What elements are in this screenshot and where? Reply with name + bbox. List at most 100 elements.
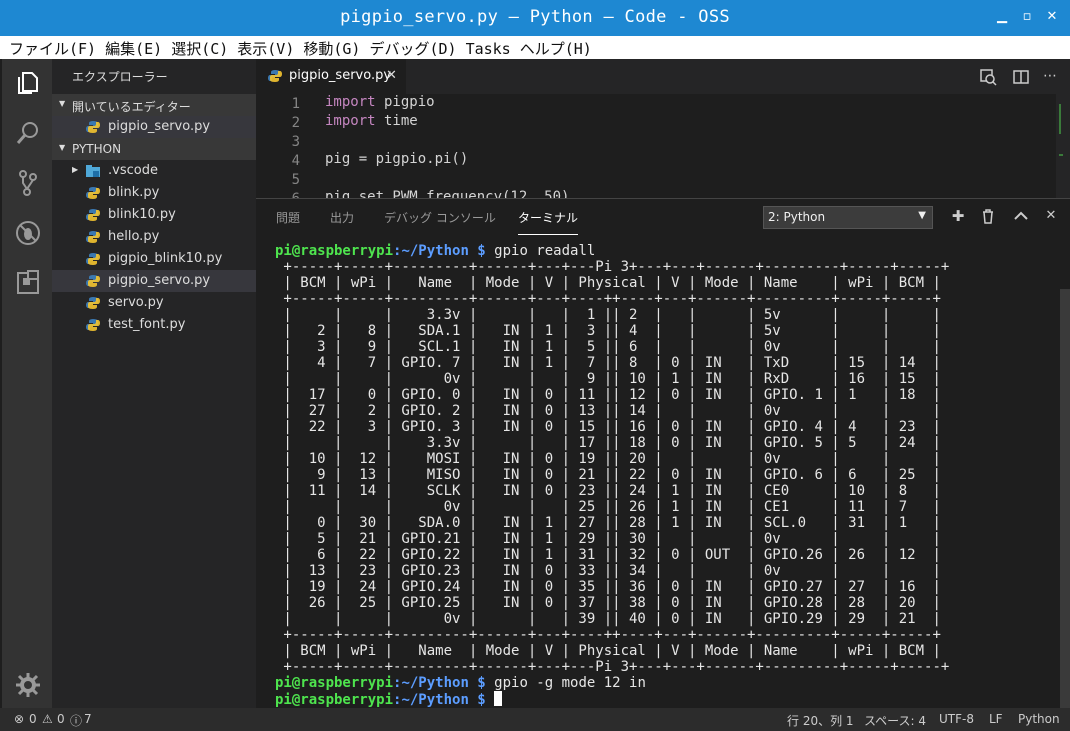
menu-tasks[interactable]: Tasks (466, 38, 511, 58)
chevron-up-icon[interactable] (1012, 207, 1030, 225)
file-item[interactable]: hello.py (52, 226, 256, 248)
window-title: pigpio_servo.py — Python — Code - OSS (340, 7, 730, 27)
folder-item-vscode[interactable]: ▶ .vscode (52, 160, 256, 182)
info-icon[interactable]: ⓘ (70, 712, 82, 729)
menu-view[interactable]: 表示(V) (237, 36, 294, 59)
python-file-icon (86, 253, 100, 265)
file-name: servo.py (108, 295, 164, 310)
code-line: import time (325, 113, 418, 129)
end-of-line[interactable]: LF (989, 712, 1003, 726)
file-item[interactable]: pigpio_blink10.py (52, 248, 256, 270)
terminal-output[interactable]: pi@raspberrypi:~/Python $ gpio readall +… (275, 243, 949, 708)
tab-pigpio-servo[interactable]: pigpio_servo.py ✕ (256, 59, 406, 94)
new-terminal-icon[interactable]: ✚ (949, 207, 967, 225)
menu-debug[interactable]: デバッグ(D) (369, 36, 456, 59)
menu-file[interactable]: ファイル(F) (9, 36, 96, 59)
prompt-user: pi@raspberrypi (275, 243, 394, 259)
terminal-select-value: 2: Python (768, 210, 826, 224)
error-count[interactable]: 0 (29, 712, 37, 726)
python-file-icon (86, 319, 100, 331)
file-item[interactable]: blink.py (52, 182, 256, 204)
python-file-icon (86, 231, 100, 243)
terminal-command: gpio readall (485, 243, 596, 259)
activity-bar (2, 59, 52, 708)
terminal-select[interactable]: 2: Python ▼ (763, 206, 933, 229)
search-icon[interactable] (14, 119, 42, 147)
line-number: 6 (256, 191, 300, 198)
file-item[interactable]: servo.py (52, 292, 256, 314)
menu-go[interactable]: 移動(G) (303, 36, 360, 59)
python-file-icon (86, 121, 100, 133)
python-file-icon (86, 187, 100, 199)
open-changes-icon[interactable] (979, 68, 997, 86)
file-item[interactable]: blink10.py (52, 204, 256, 226)
warning-icon[interactable]: ⚠ (42, 712, 53, 726)
file-name: hello.py (108, 229, 160, 244)
split-editor-icon[interactable] (1012, 68, 1030, 86)
close-tab-icon[interactable]: ✕ (386, 68, 397, 83)
close-panel-icon[interactable]: ✕ (1042, 207, 1060, 225)
file-item-selected[interactable]: pigpio_servo.py (52, 270, 256, 292)
extensions-icon[interactable] (14, 269, 42, 297)
code-line: import pigpio (325, 94, 435, 110)
chevron-right-icon: ▶ (72, 165, 79, 174)
explorer-sidebar: エクスプローラー ▼ 開いているエディター pigpio_servo.py ▼ … (52, 59, 256, 708)
warning-count[interactable]: 0 (57, 712, 65, 726)
minimap[interactable] (1056, 94, 1070, 198)
chevron-down-icon: ▼ (918, 210, 926, 221)
prompt-path: :~/Python $ (393, 675, 486, 691)
tab-problems[interactable]: 問題 (276, 209, 300, 226)
encoding[interactable]: UTF-8 (939, 712, 974, 726)
sidebar-title: エクスプローラー (72, 70, 168, 84)
code-line: pig = pigpio.pi() (325, 151, 469, 167)
terminal-scrollbar[interactable] (1060, 289, 1070, 709)
open-editors-section[interactable]: ▼ 開いているエディター (52, 94, 256, 116)
tab-debug-console[interactable]: デバッグ コンソール (384, 209, 496, 226)
file-name: pigpio_servo.py (108, 119, 211, 134)
python-file-icon (86, 275, 100, 287)
source-control-icon[interactable] (14, 169, 42, 197)
python-file-icon (268, 70, 282, 82)
tab-output[interactable]: 出力 (330, 209, 354, 226)
folder-section[interactable]: ▼ PYTHON (52, 138, 256, 160)
line-number: 1 (291, 96, 300, 112)
file-name: test_font.py (108, 317, 186, 332)
gpio-readall-table: +-----+-----+---------+------+---+---Pi … (283, 259, 950, 675)
cursor-position[interactable]: 行 20、列 1 (787, 712, 854, 729)
more-actions-icon[interactable]: ⋯ (1043, 68, 1061, 86)
info-count[interactable]: 7 (84, 712, 92, 726)
tab-terminal[interactable]: ターミナル (518, 209, 579, 235)
terminal-input (486, 692, 494, 708)
language-mode[interactable]: Python (1018, 712, 1060, 726)
trash-icon[interactable] (979, 207, 997, 225)
minimize-icon[interactable]: ▁ (994, 9, 1010, 25)
file-name: blink.py (108, 185, 160, 200)
menu-edit[interactable]: 編集(E) (105, 36, 162, 59)
error-icon[interactable]: ⊗ (14, 712, 24, 726)
chevron-down-icon: ▼ (59, 143, 66, 152)
close-window-icon[interactable]: ✕ (1044, 9, 1060, 25)
file-name: .vscode (108, 163, 158, 178)
file-name: pigpio_blink10.py (108, 251, 223, 266)
python-file-icon (86, 297, 100, 309)
indentation[interactable]: スペース: 4 (864, 712, 926, 729)
explorer-icon[interactable] (14, 69, 42, 97)
open-editor-item[interactable]: pigpio_servo.py (52, 116, 256, 138)
prompt-user: pi@raspberrypi (275, 692, 394, 708)
maximize-icon[interactable]: ▫ (1019, 9, 1035, 25)
settings-gear-icon[interactable] (14, 671, 42, 699)
folder-label: PYTHON (72, 142, 122, 156)
menu-selection[interactable]: 選択(C) (171, 36, 228, 59)
debug-icon[interactable] (14, 219, 42, 247)
prompt-path: :~/Python $ (393, 243, 486, 259)
code-editor[interactable]: 1 2 3 4 5 6 import pigpio import time pi… (256, 94, 1070, 198)
menu-help[interactable]: ヘルプ(H) (520, 36, 592, 59)
prompt-user: pi@raspberrypi (275, 675, 394, 691)
file-item[interactable]: test_font.py (52, 314, 256, 336)
tab-label: pigpio_servo.py (289, 68, 392, 83)
menu-bar: ファイル(F) 編集(E) 選択(C) 表示(V) 移動(G) デバッグ(D) Tasks ヘ… (0, 36, 1070, 59)
terminal-cursor (494, 691, 503, 706)
editor-tab-bar: pigpio_servo.py ✕ ⋯ (256, 59, 1070, 94)
title-bar: pigpio_servo.py — Python — Code - OSS ▁ … (0, 0, 1070, 36)
chevron-down-icon: ▼ (59, 99, 66, 108)
